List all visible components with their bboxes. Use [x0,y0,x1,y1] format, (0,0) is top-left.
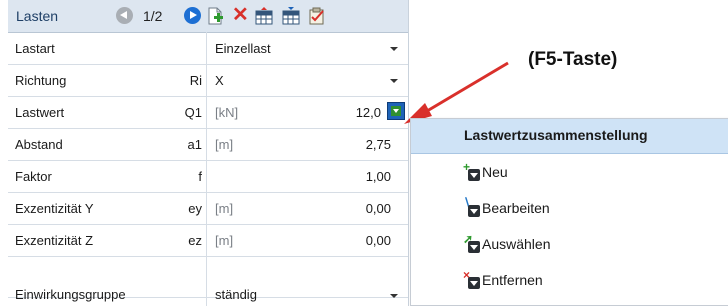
menu-item-entfernen[interactable]: × Entfernen [411,263,728,299]
menu-item-label: Bearbeiten [482,200,550,216]
down-arrow-badge [468,277,480,289]
menu-item-label: Entfernen [482,272,543,288]
load-value-context-menu: Lastwertzusammenstellung + Neu ∖ Bearbei… [410,118,728,306]
menu-item-auswaehlen[interactable]: ➚ Auswählen [411,227,728,263]
remove-icon: × [463,269,481,290]
menu-item-label: Auswählen [482,236,551,252]
select-icon: ➚ [463,233,481,254]
down-arrow-badge [468,241,480,253]
down-arrow-badge [468,205,480,217]
menu-item-bearbeiten[interactable]: ∖ Bearbeiten [411,191,728,227]
menu-item-label: Neu [482,164,508,180]
menu-header: Lastwertzusammenstellung [411,119,728,154]
add-icon: + [463,161,481,182]
menu-item-neu[interactable]: + Neu [411,155,728,191]
edit-icon: ∖ [463,197,481,218]
menu-title: Lastwertzusammenstellung [464,127,648,143]
down-arrow-badge [468,169,480,181]
